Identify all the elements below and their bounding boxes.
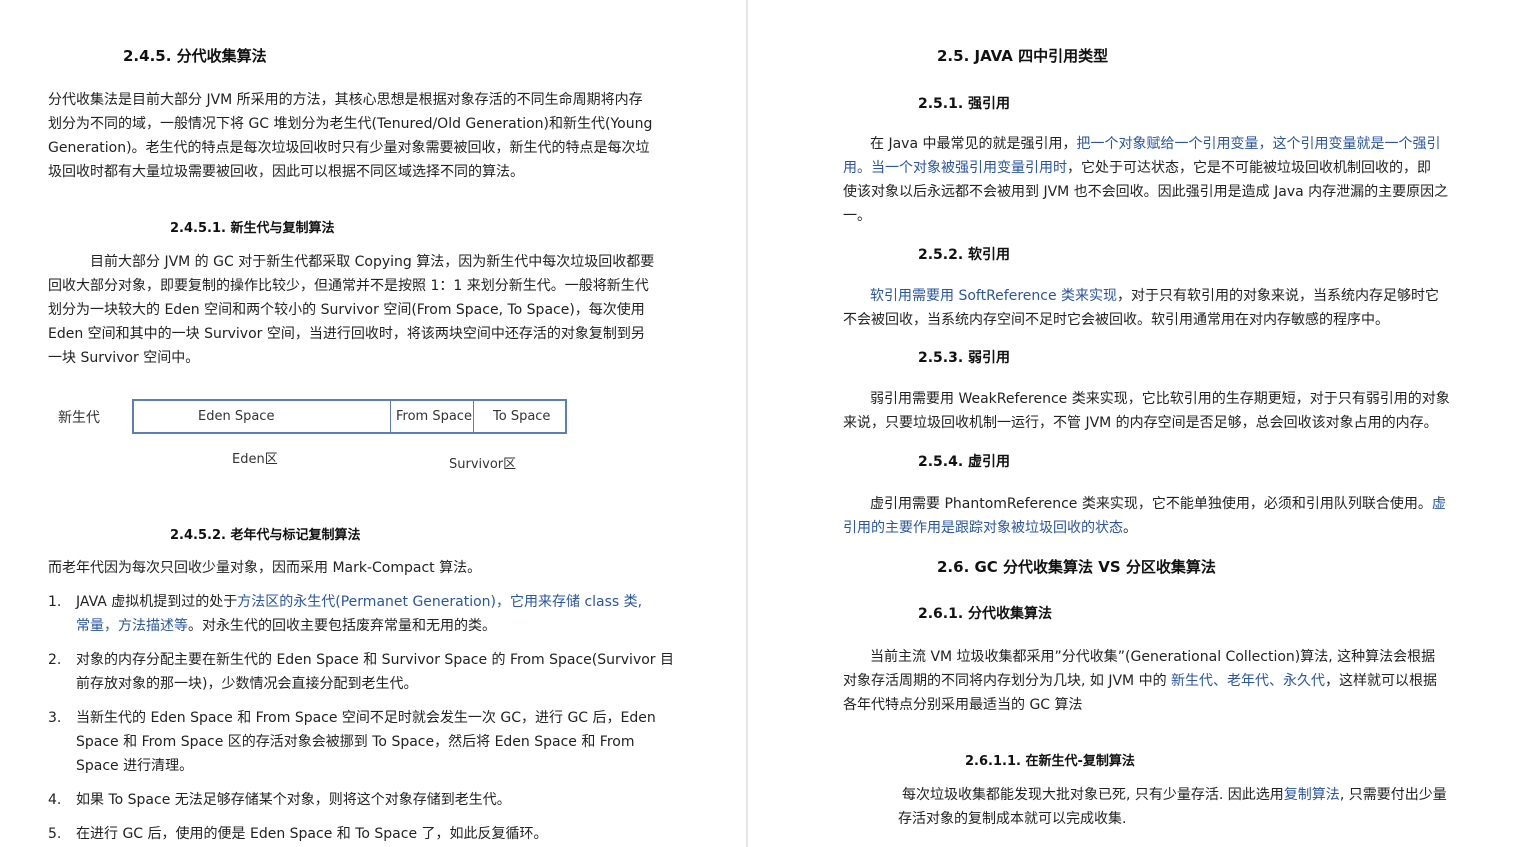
text-span: 。对永生代的回收主要包括废弃常量和无用的类。 <box>188 618 496 634</box>
text-line: 回收大部分对象，即要复制的操作比较少，但通常并不是按照 1：1 来划分新生代。一… <box>48 278 649 294</box>
text-line: 各年代特点分别采用最适当的 GC 算法 <box>843 697 1083 713</box>
highlight-span: 复制算法 <box>1283 787 1340 803</box>
diagram-label-young: 新生代 <box>58 410 100 426</box>
diagram-from-space: From Space <box>396 409 472 424</box>
text-span: 在 Java 中最常见的就是强引用， <box>870 136 1077 152</box>
highlight-span: 引用的主要作用是跟踪对象被垃圾回收的状态 <box>843 520 1123 536</box>
highlight-span: 用。当一个对象被强引用变量引用时 <box>843 160 1067 176</box>
text-line: 在进行 GC 后，使用的便是 Eden Space 和 To Space 了，如… <box>76 826 548 842</box>
heading-2-5: 2.5. JAVA 四中引用类型 <box>937 47 1109 65</box>
heading-2-4-5-1: 2.4.5.1. 新生代与复制算法 <box>170 221 335 236</box>
text-span: 每次垃圾收集都能发现大批对象已死, 只有少量存活. 因此选用 <box>902 787 1284 803</box>
text-line: 一。 <box>843 208 871 224</box>
text-line: 一块 Survivor 空间中。 <box>48 350 200 366</box>
text-line: 目前大部分 JVM 的 GC 对于新生代都采取 Copying 算法，因为新生代… <box>90 254 655 270</box>
text-line: 用。当一个对象被强引用变量引用时，它处于可达状态，它是不可能被垃圾回收机制回收的… <box>843 156 1431 180</box>
text-line: 当前主流 VM 垃圾收集都采用”分代收集”(Generational Colle… <box>870 649 1436 665</box>
text-span: ，它处于可达状态，它是不可能被垃圾回收机制回收的，即 <box>1067 160 1431 176</box>
text-line: Generation)。老生代的特点是每次垃圾回收时只有少量对象需要被回收，新生… <box>48 140 650 156</box>
text-span: ，对于只有软引用的对象来说，当系统内存足够时它 <box>1117 288 1440 304</box>
highlight-span: 新生代、老年代、永久代 <box>1171 673 1326 689</box>
diagram-memory-bar: Eden Space From Space To Space <box>132 399 567 434</box>
heading-2-6: 2.6. GC 分代收集算法 VS 分区收集算法 <box>937 558 1216 576</box>
list-number: 1. <box>48 594 62 610</box>
text-line: 如果 To Space 无法足够存储某个对象，则将这个对象存储到老生代。 <box>76 792 511 808</box>
text-line: Space 进行清理。 <box>76 758 194 774</box>
heading-2-5-4: 2.5.4. 虚引用 <box>918 454 1011 470</box>
right-page: 2.5. JAVA 四中引用类型 2.5.1. 强引用 在 Java 中最常见的… <box>748 0 1526 847</box>
diagram-survivor-area: Survivor区 <box>449 457 517 472</box>
heading-2-5-1: 2.5.1. 强引用 <box>918 96 1011 112</box>
diagram-eden-area: Eden区 <box>232 452 278 467</box>
diagram-separator <box>473 401 474 432</box>
highlight-span: 常量，方法描述等 <box>76 618 188 634</box>
text-line: Eden 空间和其中的一块 Survivor 空间，当进行回收时，将该两块空间中… <box>48 326 645 342</box>
text-line: 前存放对象的那一块)，少数情况会直接分配到老生代。 <box>76 676 418 692</box>
list-number: 2. <box>48 652 62 668</box>
text-span: JAVA 虚拟机提到过的处于 <box>76 594 238 610</box>
text-line: 使该对象以后永远都不会被用到 JVM 也不会回收。因此强引用是造成 Java 内… <box>843 184 1449 200</box>
text-line: 常量，方法描述等。对永生代的回收主要包括废弃常量和无用的类。 <box>76 614 496 638</box>
text-line: JAVA 虚拟机提到过的处于方法区的永生代(Permanet Generatio… <box>76 590 642 614</box>
text-line: 存活对象的复制成本就可以完成收集. <box>898 811 1127 827</box>
heading-2-5-2: 2.5.2. 软引用 <box>918 247 1011 263</box>
diagram-eden-space: Eden Space <box>198 409 275 424</box>
diagram-separator <box>390 401 391 432</box>
text-span: 。 <box>1123 520 1137 536</box>
text-line: 不会被回收，当系统内存空间不足时它会被回收。软引用通常用在对内存敏感的程序中。 <box>843 312 1389 328</box>
highlight-span: 把一个对象赋给一个引用变量，这个引用变量就是一个强引 <box>1076 136 1441 152</box>
text-line: Space 和 From Space 区的存活对象会被挪到 To Space，然… <box>76 734 635 750</box>
text-line: 对象存活周期的不同将内存划分为几块, 如 JVM 中的 新生代、老年代、永久代，… <box>843 669 1437 693</box>
text-line: 每次垃圾收集都能发现大批对象已死, 只有少量存活. 因此选用复制算法, 只需要付… <box>902 783 1447 807</box>
text-line: 划分为不同的域，一般情况下将 GC 堆划分为老生代(Tenured/Old Ge… <box>48 116 653 132</box>
text-line: 分代收集法是目前大部分 JVM 所采用的方法，其核心思想是根据对象存活的不同生命… <box>48 92 643 108</box>
text-span: 虚引用需要 PhantomReference 类来实现，它不能单独使用，必须和引… <box>870 496 1432 512</box>
list-number: 4. <box>48 792 62 808</box>
text-line: 对象的内存分配主要在新生代的 Eden Space 和 Survivor Spa… <box>76 652 674 668</box>
list-number: 3. <box>48 710 62 726</box>
text-line: 在 Java 中最常见的就是强引用，把一个对象赋给一个引用变量，这个引用变量就是… <box>870 132 1440 156</box>
text-line: 圾回收时都有大量垃圾需要被回收，因此可以根据不同区域选择不同的算法。 <box>48 164 524 180</box>
heading-2-6-1: 2.6.1. 分代收集算法 <box>918 606 1053 622</box>
heading-2-6-1-1: 2.6.1.1. 在新生代-复制算法 <box>965 754 1135 769</box>
list-number: 5. <box>48 826 62 842</box>
heading-2-4-5: 2.4.5. 分代收集算法 <box>123 47 267 65</box>
paragraph-old-gen: 而老年代因为每次只回收少量对象，因而采用 Mark-Compact 算法。 <box>48 560 482 576</box>
text-line: 虚引用需要 PhantomReference 类来实现，它不能单独使用，必须和引… <box>870 492 1446 516</box>
text-line: 划分为一块较大的 Eden 空间和两个较小的 Survivor 空间(From … <box>48 302 645 318</box>
heading-2-5-3: 2.5.3. 弱引用 <box>918 350 1011 366</box>
left-page: 2.4.5. 分代收集算法 分代收集法是目前大部分 JVM 所采用的方法，其核心… <box>0 0 746 847</box>
highlight-span: 虚 <box>1431 496 1446 512</box>
text-span: 对象存活周期的不同将内存划分为几块, 如 JVM 中的 <box>843 673 1172 689</box>
text-line: 弱引用需要用 WeakReference 类来实现，它比软引用的生存期更短，对于… <box>870 391 1450 407</box>
diagram-to-space: To Space <box>493 409 551 424</box>
text-span: ，这样就可以根据 <box>1325 673 1438 689</box>
text-line: 引用的主要作用是跟踪对象被垃圾回收的状态。 <box>843 516 1137 540</box>
text-span: , 只需要付出少量 <box>1339 787 1447 803</box>
highlight-span: 方法区的永生代(Permanet Generation)，它用来存储 class… <box>237 594 643 610</box>
highlight-span: 软引用需要用 SoftReference 类来实现 <box>870 288 1118 304</box>
text-line: 来说，只要垃圾回收机制一运行，不管 JVM 的内存空间是否足够，总会回收该对象占… <box>843 415 1438 431</box>
heading-2-4-5-2: 2.4.5.2. 老年代与标记复制算法 <box>170 528 361 543</box>
text-line: 软引用需要用 SoftReference 类来实现，对于只有软引用的对象来说，当… <box>870 284 1439 308</box>
text-line: 当新生代的 Eden Space 和 From Space 空间不足时就会发生一… <box>76 710 656 726</box>
